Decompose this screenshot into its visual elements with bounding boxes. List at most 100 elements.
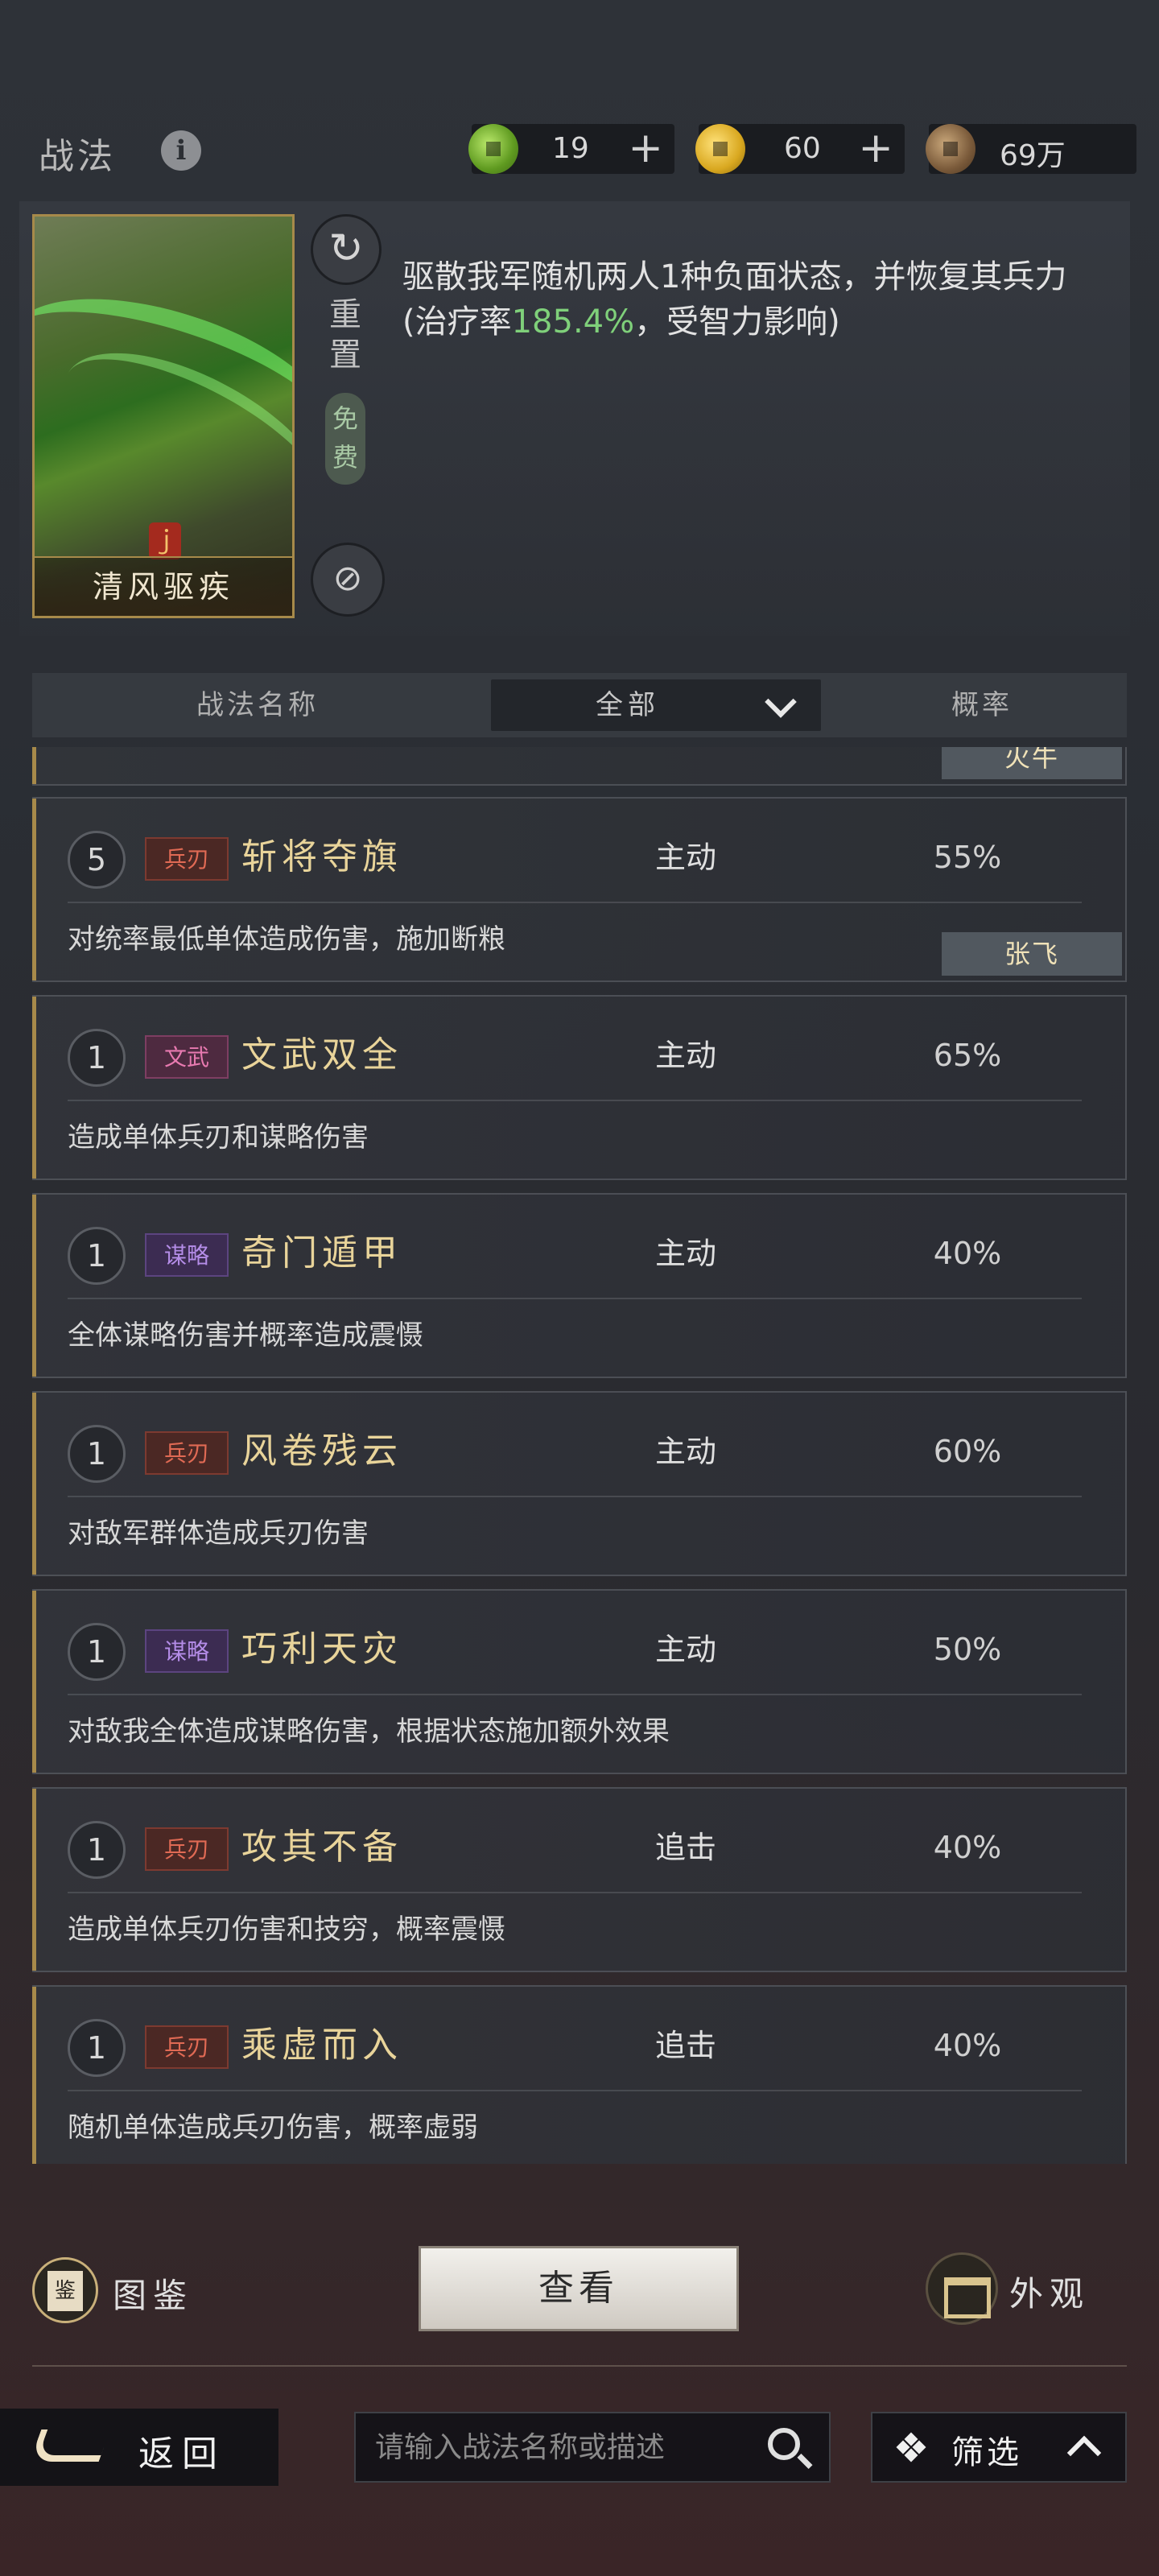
skill-level: 1: [68, 1623, 126, 1681]
disabled-icon[interactable]: ⊘: [311, 543, 385, 617]
heal-rate-value: 185.4%: [511, 303, 635, 341]
skill-name-column-header: 战法名称: [196, 689, 319, 721]
skill-type-tag: 兵刃: [145, 2025, 229, 2069]
search-field[interactable]: [354, 2412, 831, 2483]
gold-currency: 60 +: [695, 124, 905, 174]
description-text-post: ，受智力影响): [634, 303, 840, 341]
skill-type-tag: 兵刃: [145, 1827, 229, 1871]
back-button[interactable]: 返回: [0, 2409, 278, 2486]
skill-trigger-type: 追击: [654, 1830, 716, 1865]
list-item[interactable]: 1 兵刃 攻其不备 追击 40% 造成单体兵刃伤害和技穷，概率震慑: [32, 1787, 1127, 1972]
skill-short-description: 对敌军群体造成兵刃伤害: [68, 1517, 369, 1550]
skill-list[interactable]: 火牛 5 兵刃 斩将夺旗 主动 55% 对统率最低单体造成伤害，施加断粮 张飞 1 文武 文武双全…: [32, 747, 1127, 2164]
gold-value: 60: [784, 132, 821, 165]
list-item[interactable]: 1 兵刃 风卷残云 主动 60% 对敌军群体造成兵刃伤害: [32, 1391, 1127, 1576]
chevron-down-icon: [765, 686, 797, 718]
search-icon[interactable]: [768, 2428, 800, 2460]
general-chip: 张飞: [942, 932, 1122, 976]
jade-value: 19: [552, 132, 589, 165]
skill-trigger-type: 主动: [654, 1434, 716, 1469]
divider: [68, 1496, 1082, 1497]
reset-icon[interactable]: ↻: [311, 214, 382, 285]
appearance-label: 外观: [1009, 2274, 1091, 2314]
search-input[interactable]: [375, 2413, 745, 2481]
skill-rate: 40%: [933, 2028, 1002, 2063]
skill-type-tag: 文武: [145, 1035, 229, 1079]
jade-currency: 19 +: [468, 124, 674, 174]
divider: [68, 1298, 1082, 1299]
filter-label: 筛选: [951, 2434, 1022, 2471]
atlas-icon: [32, 2257, 98, 2323]
skill-rate: 60%: [933, 1434, 1002, 1469]
pavilion-icon: [926, 2252, 998, 2325]
list-header: 战法名称 全部 概率: [32, 673, 1127, 737]
skill-rate: 40%: [933, 1830, 1002, 1865]
skill-short-description: 造成单体兵刃和谋略伤害: [68, 1121, 369, 1154]
divider: [68, 902, 1082, 903]
skill-trigger-type: 主动: [654, 840, 716, 875]
skill-trigger-type: 主动: [654, 1632, 716, 1667]
category-dropdown-value: 全部: [596, 689, 660, 721]
skill-short-description: 对敌我全体造成谋略伤害，根据状态施加额外效果: [68, 1715, 670, 1748]
skill-trigger-type: 主动: [654, 1038, 716, 1073]
view-button[interactable]: 查看: [419, 2246, 739, 2331]
page-title: 战法: [39, 136, 116, 177]
list-item[interactable]: 5 兵刃 斩将夺旗 主动 55% 对统率最低单体造成伤害，施加断粮 张飞: [32, 797, 1127, 982]
skill-short-description: 全体谋略伤害并概率造成震慑: [68, 1319, 423, 1352]
chevron-up-icon: [1066, 2435, 1102, 2471]
list-item[interactable]: 1 谋略 奇门遁甲 主动 40% 全体谋略伤害并概率造成震慑: [32, 1193, 1127, 1378]
skill-type-tag: 兵刃: [145, 837, 229, 881]
skill-trigger-type: 主动: [654, 1236, 716, 1271]
skill-level: 5: [68, 831, 126, 889]
rarity-emblem-icon: ｊ: [149, 522, 181, 559]
list-item[interactable]: 火牛: [32, 747, 1127, 786]
gold-coin-icon: [695, 124, 745, 174]
skill-short-description: 造成单体兵刃伤害和技穷，概率震慑: [68, 1913, 505, 1946]
skill-rate: 40%: [933, 1236, 1002, 1271]
skill-type-tag: 谋略: [145, 1233, 229, 1277]
free-badge: 免费: [325, 393, 365, 485]
list-item[interactable]: 1 谋略 巧利天灾 主动 50% 对敌我全体造成谋略伤害，根据状态施加额外效果: [32, 1589, 1127, 1774]
skill-card[interactable]: ｊ 清风驱疾: [32, 214, 295, 618]
filter-icon: [896, 2432, 926, 2462]
skill-name: 巧利天灾: [241, 1629, 402, 1670]
divider: [32, 2365, 1127, 2367]
copper-value: 69万: [1000, 139, 1066, 172]
skill-rate: 65%: [933, 1038, 1002, 1073]
skill-level: 1: [68, 1029, 126, 1087]
divider: [68, 1694, 1082, 1695]
skill-trigger-type: 追击: [654, 2028, 716, 2063]
copper-currency: 69万: [926, 124, 1136, 174]
skill-type-tag: 谋略: [145, 1629, 229, 1673]
list-item[interactable]: 1 文武 文武双全 主动 65% 造成单体兵刃和谋略伤害: [32, 995, 1127, 1180]
copper-coin-icon: [926, 124, 975, 174]
skill-type-tag: 兵刃: [145, 1431, 229, 1475]
gold-add-button[interactable]: +: [858, 126, 893, 171]
skill-name: 乘虚而入: [241, 2025, 402, 2066]
skill-name: 攻其不备: [241, 1827, 402, 1868]
top-bar: 战法 i 19 + 60 + 69万: [0, 113, 1159, 185]
divider: [68, 1892, 1082, 1893]
back-arrow-icon: [29, 2429, 111, 2462]
skill-level: 1: [68, 1425, 126, 1483]
skill-name: 斩将夺旗: [241, 836, 402, 877]
category-dropdown[interactable]: 全部: [491, 679, 821, 731]
skill-rate: 55%: [933, 840, 1002, 875]
reset-label[interactable]: 重置: [325, 295, 365, 375]
jade-coin-icon: [468, 124, 518, 174]
skill-name: 文武双全: [241, 1034, 402, 1075]
filter-button[interactable]: 筛选: [871, 2412, 1127, 2483]
skill-card-name: 清风驱疾: [35, 556, 292, 616]
jade-add-button[interactable]: +: [628, 126, 663, 171]
info-icon[interactable]: i: [161, 130, 201, 171]
skill-level: 1: [68, 1821, 126, 1879]
list-item[interactable]: 1 兵刃 乘虚而入 追击 40% 随机单体造成兵刃伤害，概率虚弱: [32, 1985, 1127, 2164]
skill-rate: 50%: [933, 1632, 1002, 1667]
back-label: 返回: [138, 2434, 225, 2475]
skill-short-description: 随机单体造成兵刃伤害，概率虚弱: [68, 2112, 478, 2144]
general-chip: 火牛: [942, 747, 1122, 779]
skill-level: 1: [68, 2019, 126, 2077]
skill-name: 奇门遁甲: [241, 1232, 402, 1274]
skill-short-description: 对统率最低单体造成伤害，施加断粮: [68, 923, 505, 956]
atlas-label: 图鉴: [113, 2276, 194, 2315]
